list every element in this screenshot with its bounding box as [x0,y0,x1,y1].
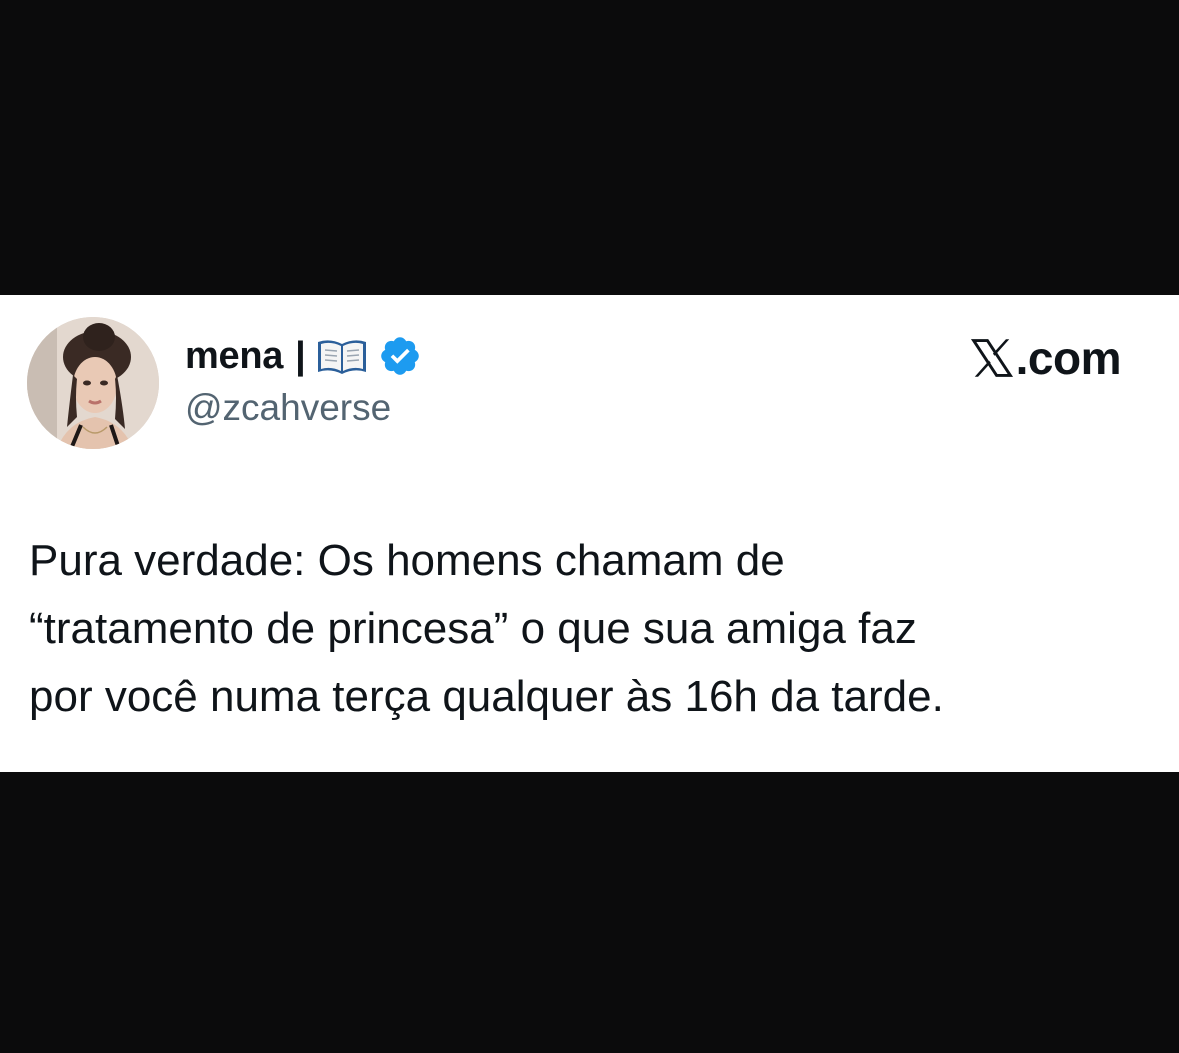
x-site-label: .com [970,331,1122,385]
tweet-text-line: Pura verdade: Os homens chamam de [29,536,785,585]
x-logo-icon [970,337,1014,379]
name-separator: | [295,334,306,377]
tweet-text-line: “tratamento de princesa” o que sua amiga… [29,604,917,653]
tweet-text-line: por você numa terça qualquer às 16h da t… [29,672,944,721]
tweet-card: mena | @zcahverse .com Pura verdade: Os … [0,295,1179,772]
site-domain-text: .com [1015,332,1122,384]
verified-badge-icon[interactable] [378,334,422,378]
avatar-image [27,317,159,449]
author-name-row: mena | [185,331,422,381]
display-name[interactable]: mena [185,335,283,378]
author-handle[interactable]: @zcahverse [185,387,391,429]
avatar[interactable] [27,317,159,449]
screenshot-frame: mena | @zcahverse .com Pura verdade: Os … [0,0,1179,1053]
open-book-icon [316,336,368,376]
tweet-text: Pura verdade: Os homens chamam de “trata… [29,527,1149,731]
